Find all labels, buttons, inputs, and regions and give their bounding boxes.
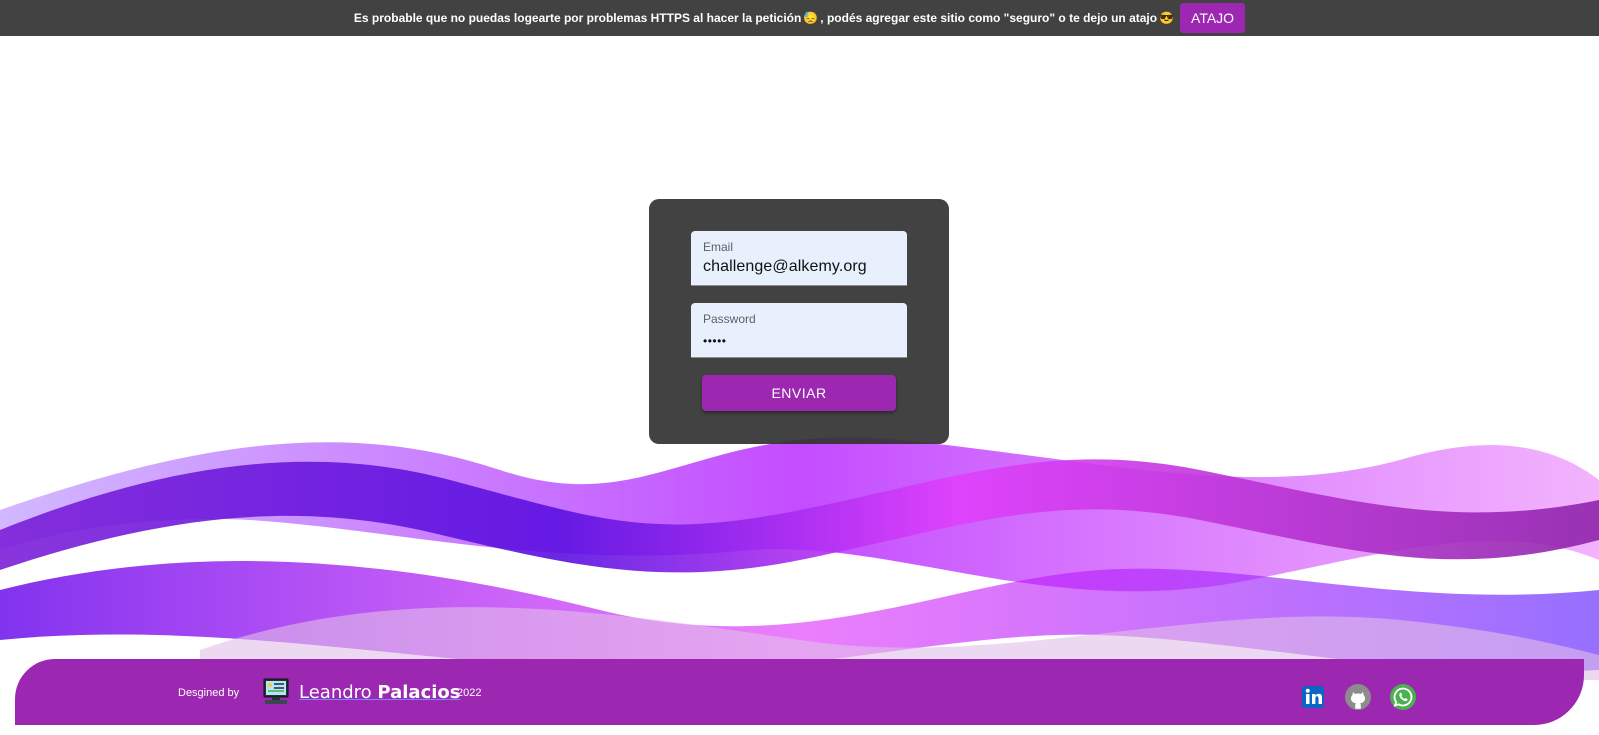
whatsapp-icon[interactable] <box>1389 683 1417 711</box>
footer: Desgined by Leandro Palacios 2022 <box>15 659 1584 725</box>
computer-logo-icon <box>263 678 289 704</box>
email-value[interactable]: challenge@alkemy.org <box>703 258 867 276</box>
submit-button[interactable]: ENVIAR <box>702 375 896 411</box>
banner-message: Es probable que no puedas logearte por p… <box>354 11 1176 25</box>
email-label: Email <box>703 240 734 254</box>
designer-last-name: Palacios <box>377 682 461 703</box>
password-field[interactable]: Password ••••• <box>691 303 907 358</box>
banner-text-part2: , podés agregar este sitio como "seguro"… <box>820 11 1158 25</box>
banner-text-part1: Es probable que no puedas logearte por p… <box>353 11 802 25</box>
login-card: Email challenge@alkemy.org Password ••••… <box>649 199 949 444</box>
designer-first-name: Leandro <box>299 682 378 703</box>
email-field[interactable]: Email challenge@alkemy.org <box>691 231 907 286</box>
sunglasses-emoji-icon: 😎 <box>1159 11 1175 25</box>
atajo-button[interactable]: ATAJO <box>1180 3 1246 33</box>
password-label: Password <box>703 312 756 326</box>
https-warning-banner: Es probable que no puedas logearte por p… <box>0 0 1599 36</box>
designed-by-label: Desgined by <box>178 687 240 699</box>
github-icon[interactable] <box>1344 683 1372 711</box>
sweat-emoji-icon: 😓 <box>803 11 819 25</box>
password-value[interactable]: ••••• <box>703 334 727 348</box>
linkedin-icon[interactable] <box>1299 683 1327 711</box>
designer-name-link[interactable]: Leandro Palacios <box>299 682 460 703</box>
copyright-year: 2022 <box>457 687 482 699</box>
